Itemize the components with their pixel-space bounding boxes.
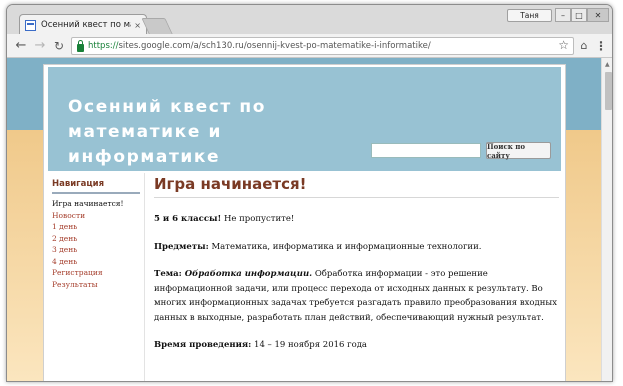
profile-button[interactable]: Таня xyxy=(507,9,552,22)
sidebar-item-day-3[interactable]: 3 день xyxy=(52,244,140,256)
dates-label: Время проведения: xyxy=(154,340,252,350)
subjects-text: Математика, информатика и информационные… xyxy=(208,241,482,252)
sidebar-item-registration[interactable]: Регистрация xyxy=(52,267,140,279)
tab-close-icon[interactable]: × xyxy=(134,21,141,30)
tab-title: Осенний квест по матем xyxy=(41,20,131,30)
close-window-button[interactable]: ✕ xyxy=(587,8,609,22)
subjects-label: Предметы: xyxy=(154,241,209,252)
search-input[interactable] xyxy=(371,143,481,158)
grades-label: 5 и 6 классы! xyxy=(154,214,222,224)
site-container: Осенний квест по математике и информатик… xyxy=(43,64,566,381)
browser-tab[interactable]: Осенний квест по матем × xyxy=(19,14,147,35)
sidebar-item-results[interactable]: Результаты xyxy=(52,279,140,291)
grades-paragraph: 5 и 6 классы! Не пропустите! xyxy=(154,212,559,227)
search-button[interactable]: Поиск по сайту xyxy=(486,142,551,160)
minimize-button[interactable]: – xyxy=(555,8,571,22)
star-icon[interactable]: ☆ xyxy=(558,38,569,52)
dates-paragraph: Время проведения: 14 – 19 ноября 2016 го… xyxy=(154,338,559,353)
subjects-paragraph: Предметы: Математика, информатика и инфо… xyxy=(154,240,559,255)
browser-window: Осенний квест по матем × Таня – □ ✕ ← → … xyxy=(6,4,613,382)
maximize-button[interactable]: □ xyxy=(571,8,587,22)
back-arrow-icon[interactable]: ← xyxy=(13,37,29,54)
url-scheme: https:// xyxy=(88,41,119,51)
site-title[interactable]: Осенний квест по математике и информатик… xyxy=(68,95,308,170)
url-text: sites.google.com/a/sch130.ru/osennij-kve… xyxy=(118,41,431,51)
forward-arrow-icon[interactable]: → xyxy=(32,37,48,54)
sidebar-divider xyxy=(144,173,145,381)
address-bar[interactable]: https:// sites.google.com/a/sch130.ru/os… xyxy=(71,37,574,55)
browser-toolbar: ← → ↻ https:// sites.google.com/a/sch130… xyxy=(7,34,612,58)
reload-icon[interactable]: ↻ xyxy=(51,37,67,54)
scroll-up-icon[interactable]: ▲ xyxy=(605,61,610,68)
topic-name: Обработка информации. xyxy=(181,269,313,279)
topic-paragraph: Тема: Обработка информации. Обработка ин… xyxy=(154,267,559,325)
sidebar-item-day-2[interactable]: 2 день xyxy=(52,233,140,245)
sidebar-item-news[interactable]: Новости xyxy=(52,210,140,222)
topic-label: Тема: xyxy=(154,269,182,279)
page-title: Игра начинается! xyxy=(154,175,559,198)
page-favicon-icon xyxy=(25,19,36,31)
sidebar-heading: Навигация xyxy=(52,179,140,194)
dates-text: 14 – 19 ноября 2016 года xyxy=(251,340,367,350)
sidebar-item-day-4[interactable]: 4 день xyxy=(52,256,140,268)
grades-text: Не пропустите! xyxy=(221,214,295,224)
page-viewport: Осенний квест по математике и информатик… xyxy=(7,58,601,381)
menu-icon[interactable]: ⋮ xyxy=(595,37,607,54)
title-bar: Осенний квест по матем × Таня – □ ✕ xyxy=(7,5,612,35)
sidebar-navigation: Навигация Игра начинается! Новости 1 ден… xyxy=(52,179,140,290)
main-content: Игра начинается! 5 и 6 классы! Не пропус… xyxy=(154,175,559,366)
vertical-scrollbar[interactable]: ▲ xyxy=(601,58,612,381)
lock-icon xyxy=(77,39,84,52)
sidebar-list: Игра начинается! Новости 1 день 2 день 3… xyxy=(52,198,140,290)
sidebar-item-game-start[interactable]: Игра начинается! xyxy=(52,198,140,210)
scrollbar-thumb[interactable] xyxy=(605,72,612,110)
extension-icon[interactable]: ⌂ xyxy=(577,37,591,54)
sidebar-item-day-1[interactable]: 1 день xyxy=(52,221,140,233)
site-header: Осенний квест по математике и информатик… xyxy=(48,67,561,171)
